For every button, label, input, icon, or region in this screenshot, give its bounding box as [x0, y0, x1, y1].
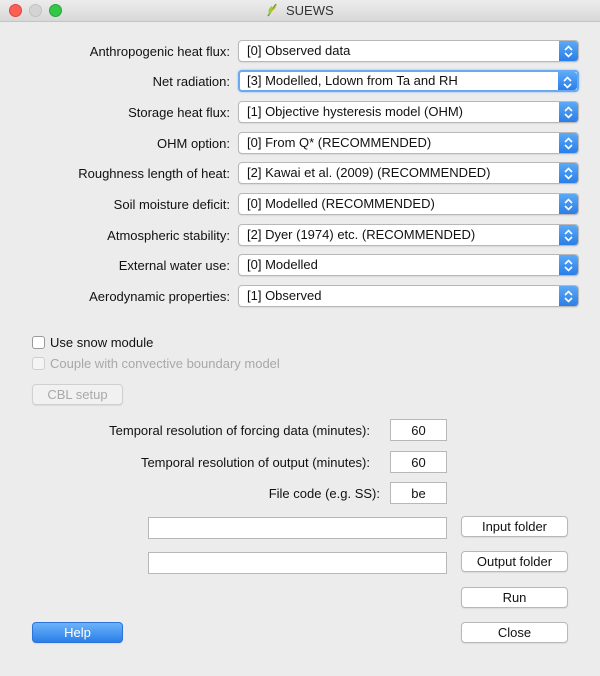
use-snow-module-checkbox[interactable] [32, 336, 45, 349]
input-folder-path-field[interactable] [148, 517, 447, 539]
up-down-chevron-icon[interactable] [559, 163, 578, 183]
couple-cbl-checkbox-row[interactable]: Couple with convective boundary model [32, 356, 280, 371]
option-select-value: [0] From Q* (RECOMMENDED) [247, 135, 432, 150]
option-label: Soil moisture deficit: [113, 197, 230, 212]
option-select[interactable]: [1] Observed [238, 285, 579, 307]
output-resolution-input[interactable]: 60 [390, 451, 447, 473]
up-down-chevron-icon[interactable] [558, 72, 577, 90]
window-title: SUEWS [285, 3, 334, 18]
couple-cbl-label: Couple with convective boundary model [50, 356, 280, 371]
option-label: Storage heat flux: [128, 105, 230, 120]
option-select-value: [1] Observed [247, 288, 322, 303]
output-folder-button[interactable]: Output folder [461, 551, 568, 572]
option-label: Atmospheric stability: [107, 228, 230, 243]
up-down-chevron-icon[interactable] [559, 41, 578, 61]
option-select[interactable]: [1] Objective hysteresis model (OHM) [238, 101, 579, 123]
option-select-value: [2] Dyer (1974) etc. (RECOMMENDED) [247, 227, 476, 242]
option-select-value: [0] Modelled (RECOMMENDED) [247, 196, 435, 211]
up-down-chevron-icon[interactable] [559, 225, 578, 245]
option-label: Aerodynamic properties: [89, 289, 230, 304]
input-folder-button[interactable]: Input folder [461, 516, 568, 537]
output-folder-path-field[interactable] [148, 552, 447, 574]
option-select-value: [0] Observed data [247, 43, 351, 58]
up-down-chevron-icon[interactable] [559, 133, 578, 153]
suews-window: SUEWS Anthropogenic heat flux: [0] Observ… [0, 0, 600, 676]
run-button[interactable]: Run [461, 587, 568, 608]
option-select-value: [0] Modelled [247, 257, 318, 272]
couple-cbl-checkbox[interactable] [32, 357, 45, 370]
leaf-icon [266, 3, 278, 17]
option-label: Net radiation: [152, 74, 230, 89]
up-down-chevron-icon[interactable] [559, 286, 578, 306]
option-select[interactable]: [2] Kawai et al. (2009) (RECOMMENDED) [238, 162, 579, 184]
option-select-value: [2] Kawai et al. (2009) (RECOMMENDED) [247, 165, 491, 180]
up-down-chevron-icon[interactable] [559, 102, 578, 122]
option-select-value: [1] Objective hysteresis model (OHM) [247, 104, 464, 119]
forcing-resolution-input[interactable]: 60 [390, 419, 447, 441]
option-select-value: [3] Modelled, Ldown from Ta and RH [247, 73, 458, 88]
option-label: OHM option: [157, 136, 230, 151]
option-select[interactable]: [0] Modelled (RECOMMENDED) [238, 193, 579, 215]
cbl-setup-button[interactable]: CBL setup [32, 384, 123, 405]
option-label: External water use: [118, 258, 230, 273]
title-bar: SUEWS [0, 0, 600, 22]
option-select[interactable]: [3] Modelled, Ldown from Ta and RH [238, 70, 579, 92]
up-down-chevron-icon[interactable] [559, 194, 578, 214]
forcing-resolution-label: Temporal resolution of forcing data (min… [109, 423, 370, 438]
file-code-label: File code (e.g. SS): [268, 486, 380, 501]
help-button[interactable]: Help [32, 622, 123, 643]
option-select[interactable]: [2] Dyer (1974) etc. (RECOMMENDED) [238, 224, 579, 246]
use-snow-module-label: Use snow module [50, 335, 154, 350]
up-down-chevron-icon[interactable] [559, 255, 578, 275]
file-code-input[interactable]: be [390, 482, 447, 504]
option-select[interactable]: [0] From Q* (RECOMMENDED) [238, 132, 579, 154]
use-snow-module-checkbox-row[interactable]: Use snow module [32, 335, 153, 350]
option-select[interactable]: [0] Modelled [238, 254, 579, 276]
window-title-container: SUEWS [0, 3, 600, 18]
option-label: Anthropogenic heat flux: [89, 44, 230, 59]
option-select[interactable]: [0] Observed data [238, 40, 579, 62]
output-resolution-label: Temporal resolution of output (minutes): [140, 455, 370, 470]
option-label: Roughness length of heat: [78, 166, 230, 181]
close-button[interactable]: Close [461, 622, 568, 643]
